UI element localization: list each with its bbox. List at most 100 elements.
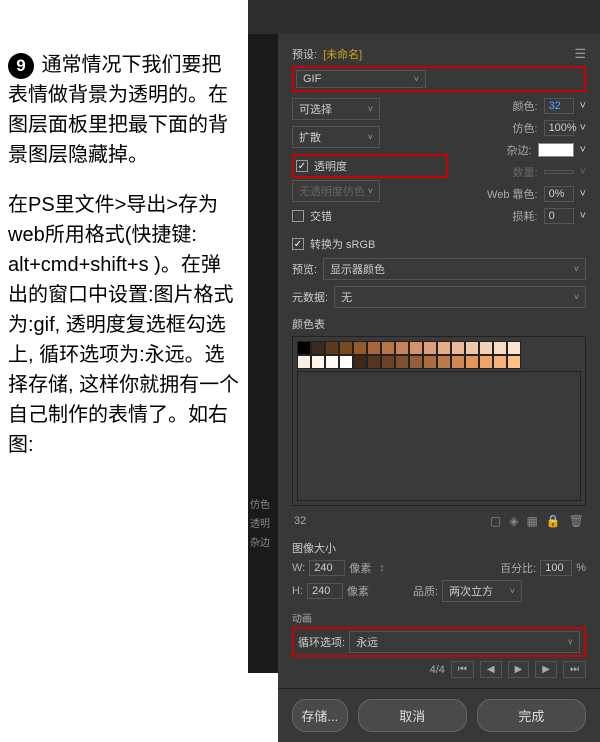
lossy-input[interactable]: 0 [544, 208, 574, 224]
width-input[interactable]: 240 [309, 560, 345, 576]
interlace-checkbox[interactable] [292, 210, 304, 222]
srgb-label: 转换为 sRGB [310, 236, 375, 252]
instruction-text-1: 通常情况下我们要把表情做背景为透明的。在图层面板里把最下面的背景图层隐藏掉。 [8, 54, 228, 166]
srgb-checkbox[interactable] [292, 238, 304, 250]
palette-swatch[interactable] [507, 355, 521, 369]
palette-swatch[interactable] [367, 341, 381, 355]
save-for-web-panel: 仿色 透明 杂边 预设: [未命名] ☰ GIF˅ 可选择˅ 扩散˅ [248, 0, 600, 673]
palette-swatch[interactable] [437, 341, 451, 355]
palette-empty-area [297, 371, 581, 501]
percent-unit: % [576, 562, 586, 574]
matte-label: 杂边: [507, 142, 532, 158]
palette-swatch[interactable] [479, 341, 493, 355]
color-table-label: 颜色表 [292, 316, 586, 332]
color-table [292, 336, 586, 506]
palette-swatch[interactable] [339, 355, 353, 369]
loop-highlight: 循环选项: 永远˅ [292, 627, 586, 657]
palette-swatch[interactable] [381, 341, 395, 355]
amount-label: 数量: [513, 164, 538, 180]
palette-swatch[interactable] [311, 355, 325, 369]
quality-dropdown[interactable]: 两次立方˅ [442, 580, 522, 602]
lossy-label: 损耗: [513, 208, 538, 224]
transparency-label: 透明度 [314, 158, 347, 174]
menu-icon[interactable]: ☰ [574, 46, 586, 62]
side-label-dither: 仿色 [250, 496, 270, 511]
instruction-text-2: 在PS里文件>导出>存为web所用格式(快捷键: alt+cmd+shift+s… [8, 190, 240, 460]
palette-swatch[interactable] [465, 355, 479, 369]
animation-label: 动画 [292, 610, 586, 625]
palette-icon-2[interactable]: ◈ [509, 514, 518, 528]
palette-swatch[interactable] [353, 341, 367, 355]
height-label: H: [292, 585, 303, 597]
palette-swatch[interactable] [325, 341, 339, 355]
palette-swatch[interactable] [367, 355, 381, 369]
palette-swatch[interactable] [451, 341, 465, 355]
palette-swatch[interactable] [423, 341, 437, 355]
step-number-badge: 9 [8, 53, 34, 79]
percent-input[interactable]: 100 [540, 560, 572, 576]
palette-swatch[interactable] [465, 341, 479, 355]
palette-swatch[interactable] [395, 341, 409, 355]
lock-icon[interactable]: 🔒 [546, 514, 561, 528]
palette-swatch[interactable] [325, 355, 339, 369]
first-frame-button[interactable]: ⏮ [451, 661, 474, 678]
websnap-label: Web 靠色: [487, 186, 538, 202]
reduction-dropdown[interactable]: 可选择˅ [292, 98, 380, 120]
cancel-button[interactable]: 取消 [358, 699, 467, 732]
preset-name: [未命名] [323, 46, 362, 62]
next-frame-button[interactable]: ▶ [535, 661, 557, 678]
side-label-trans: 透明 [250, 515, 270, 530]
transparency-checkbox[interactable] [296, 160, 308, 172]
format-highlight: GIF˅ [292, 66, 586, 92]
palette-swatch[interactable] [423, 355, 437, 369]
palette-swatch[interactable] [493, 341, 507, 355]
frame-counter: 4/4 [430, 664, 445, 676]
loop-label: 循环选项: [298, 634, 345, 650]
palette-swatch[interactable] [409, 341, 423, 355]
done-button[interactable]: 完成 [477, 699, 586, 732]
percent-label: 百分比: [500, 560, 536, 576]
palette-swatch[interactable] [409, 355, 423, 369]
websnap-input[interactable]: 0% [544, 186, 574, 202]
loop-dropdown[interactable]: 永远˅ [349, 631, 580, 653]
dither-dropdown[interactable]: 扩散˅ [292, 126, 380, 148]
matte-swatch[interactable] [538, 143, 574, 157]
palette-swatch[interactable] [395, 355, 409, 369]
palette-swatch[interactable] [353, 355, 367, 369]
preset-label: 预设: [292, 46, 317, 62]
pixels-label-h: 像素 [347, 583, 369, 599]
dither-pct-input[interactable]: 100% [544, 120, 574, 136]
palette-swatch[interactable] [339, 341, 353, 355]
colors-input[interactable]: 32 [544, 98, 574, 114]
palette-icon-1[interactable]: ▢ [490, 514, 501, 528]
preview-strip: 仿色 透明 杂边 [248, 34, 278, 673]
interlace-label: 交错 [310, 208, 332, 224]
palette-swatch[interactable] [297, 341, 311, 355]
palette-swatch[interactable] [507, 341, 521, 355]
palette-swatch[interactable] [381, 355, 395, 369]
height-input[interactable]: 240 [307, 583, 343, 599]
palette-swatch[interactable] [297, 355, 311, 369]
width-label: W: [292, 562, 305, 574]
metadata-dropdown[interactable]: 无˅ [334, 286, 586, 308]
palette-swatch[interactable] [493, 355, 507, 369]
trans-dither-dropdown[interactable]: 无透明度仿色˅ [292, 180, 380, 202]
palette-swatch[interactable] [437, 355, 451, 369]
last-frame-button[interactable]: ⏭ [563, 661, 586, 678]
format-dropdown[interactable]: GIF˅ [296, 70, 426, 88]
palette-icon-3[interactable]: ▦ [526, 514, 537, 528]
metadata-label: 元数据: [292, 289, 328, 305]
prev-frame-button[interactable]: ◀ [480, 661, 502, 678]
play-button[interactable]: ▶ [508, 661, 530, 678]
dither-pct-label: 仿色: [513, 120, 538, 136]
palette-swatch[interactable] [451, 355, 465, 369]
palette-swatch[interactable] [311, 341, 325, 355]
quality-label: 品质: [413, 583, 438, 599]
trash-icon[interactable]: 🗑 [569, 514, 584, 528]
link-icon[interactable]: ↕ [375, 562, 389, 574]
palette-swatch[interactable] [479, 355, 493, 369]
preview-dropdown[interactable]: 显示器颜色˅ [323, 258, 586, 280]
chevron-down-icon: ˅ [414, 74, 419, 84]
pixels-label-w: 像素 [349, 560, 371, 576]
store-button[interactable]: 存储... [292, 699, 348, 732]
